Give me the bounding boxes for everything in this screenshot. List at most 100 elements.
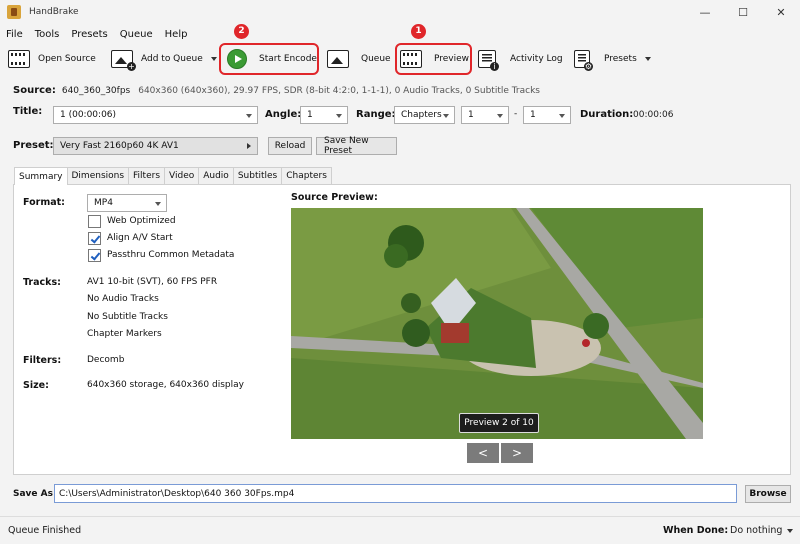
title-label: Title: <box>13 106 43 117</box>
status-bar: Queue Finished When Done: Do nothing <box>0 516 800 544</box>
angle-label: Angle: <box>265 109 302 120</box>
filters-label: Filters: <box>23 355 62 366</box>
status-text: Queue Finished <box>8 525 82 536</box>
range-label: Range: <box>356 109 396 120</box>
annotation-badge-1: 1 <box>411 24 426 39</box>
save-as-input[interactable]: C:\Users\Administrator\Desktop\640 360 3… <box>54 484 737 503</box>
queue-button[interactable]: Queue <box>327 44 391 74</box>
preset-label: Preset: <box>13 140 54 151</box>
source-details: 640x360 (640x360), 29.97 FPS, SDR (8-bit… <box>138 85 540 96</box>
title-select[interactable]: 1 (00:00:06) <box>53 106 258 124</box>
when-done-value: Do nothing <box>730 525 783 536</box>
log-icon: i <box>478 50 499 71</box>
close-button[interactable]: ✕ <box>762 0 800 24</box>
range-end-value: 1 <box>530 110 536 120</box>
chevron-down-icon <box>246 114 252 118</box>
add-to-queue-label: Add to Queue <box>141 54 203 64</box>
angle-select[interactable]: 1 <box>300 106 348 124</box>
preset-select[interactable]: Very Fast 2160p60 4K AV1 <box>53 137 258 155</box>
queue-icon <box>327 50 349 68</box>
source-label: Source: <box>13 85 56 96</box>
start-encode-highlight <box>219 43 319 75</box>
chevron-down-icon <box>155 202 161 206</box>
activity-log-label: Activity Log <box>510 54 563 64</box>
when-done-select[interactable]: Do nothing <box>730 525 794 536</box>
align-av-label: Align A/V Start <box>107 233 173 243</box>
tab-bar: Summary Dimensions Filters Video Audio S… <box>14 167 332 185</box>
handbrake-logo-icon <box>7 5 21 19</box>
title-bar: HandBrake — ☐ ✕ <box>0 0 800 24</box>
source-name: 640_360_30fps <box>61 85 131 96</box>
menu-queue[interactable]: Queue <box>120 29 153 40</box>
window-title: HandBrake <box>29 7 79 17</box>
reload-button[interactable]: Reload <box>268 137 312 155</box>
range-end-select[interactable]: 1 <box>523 106 571 124</box>
preview-prev-button[interactable]: < <box>467 443 499 463</box>
chevron-down-icon <box>497 114 503 118</box>
duration-value: 00:00:06 <box>633 110 674 120</box>
presets-label: Presets <box>604 54 637 64</box>
range-select-value: Chapters <box>401 110 442 120</box>
when-done-label: When Done: <box>663 525 729 536</box>
web-optimized-checkbox[interactable] <box>88 215 101 228</box>
preview-highlight <box>395 43 472 75</box>
tab-dimensions[interactable]: Dimensions <box>66 167 130 184</box>
size-value: 640x360 storage, 640x360 display <box>87 380 244 390</box>
minimize-button[interactable]: — <box>686 0 724 24</box>
chevron-down-icon[interactable] <box>644 57 651 61</box>
chevron-down-icon <box>443 114 449 118</box>
chevron-down-icon <box>559 114 565 118</box>
source-preview-image: Preview 2 of 10 <box>291 208 703 439</box>
range-select[interactable]: Chapters <box>394 106 455 124</box>
open-source-button[interactable]: Open Source <box>8 44 96 74</box>
track-video: AV1 10-bit (SVT), 60 FPS PFR <box>87 277 218 287</box>
save-new-preset-button[interactable]: Save New Preset <box>316 136 397 156</box>
chevron-down-icon <box>336 114 342 118</box>
format-label: Format: <box>23 197 65 208</box>
menu-help[interactable]: Help <box>165 29 188 40</box>
open-source-label: Open Source <box>38 54 96 64</box>
presets-button[interactable]: ⚙ Presets <box>574 44 651 74</box>
track-subtitle: No Subtitle Tracks <box>87 312 168 322</box>
browse-button[interactable]: Browse <box>745 485 791 503</box>
chevron-right-icon <box>247 143 251 149</box>
size-label: Size: <box>23 380 49 391</box>
tab-chapters[interactable]: Chapters <box>281 167 332 184</box>
web-optimized-label: Web Optimized <box>107 216 176 226</box>
preset-select-value: Very Fast 2160p60 4K AV1 <box>60 141 179 151</box>
maximize-button[interactable]: ☐ <box>724 0 762 24</box>
angle-select-value: 1 <box>307 110 313 120</box>
range-start-value: 1 <box>468 110 474 120</box>
format-select[interactable]: MP4 <box>87 194 167 212</box>
summary-panel: Format: MP4 Web Optimized Align A/V Star… <box>13 184 791 475</box>
chevron-down-icon[interactable] <box>210 57 217 61</box>
filters-value: Decomb <box>87 355 125 365</box>
align-av-checkbox[interactable] <box>88 232 101 245</box>
passthru-label: Passthru Common Metadata <box>107 250 235 260</box>
duration-label: Duration: <box>580 109 634 120</box>
source-preview-label: Source Preview: <box>291 192 378 203</box>
menu-bar: File Tools Presets Queue Help <box>0 24 800 44</box>
save-as-label: Save As: <box>13 489 57 499</box>
chevron-down-icon <box>787 529 794 533</box>
range-start-select[interactable]: 1 <box>461 106 509 124</box>
tab-filters[interactable]: Filters <box>128 167 166 184</box>
preview-counter-badge: Preview 2 of 10 <box>459 413 539 433</box>
range-dash: - <box>514 109 518 119</box>
film-icon <box>8 50 30 68</box>
title-select-value: 1 (00:00:06) <box>60 110 117 120</box>
add-to-queue-button[interactable]: + Add to Queue <box>111 44 217 74</box>
farm-aerial-image <box>291 208 703 439</box>
tab-summary[interactable]: Summary <box>14 167 68 185</box>
activity-log-button[interactable]: i Activity Log <box>478 44 563 74</box>
tab-video[interactable]: Video <box>164 167 200 184</box>
preview-next-button[interactable]: > <box>501 443 533 463</box>
tab-subtitles[interactable]: Subtitles <box>232 167 283 184</box>
menu-tools[interactable]: Tools <box>35 29 60 40</box>
tab-audio[interactable]: Audio <box>198 167 234 184</box>
tracks-label: Tracks: <box>23 277 61 288</box>
menu-file[interactable]: File <box>6 29 23 40</box>
passthru-checkbox[interactable] <box>88 249 101 262</box>
menu-presets[interactable]: Presets <box>71 29 107 40</box>
add-queue-icon: + <box>111 50 136 71</box>
